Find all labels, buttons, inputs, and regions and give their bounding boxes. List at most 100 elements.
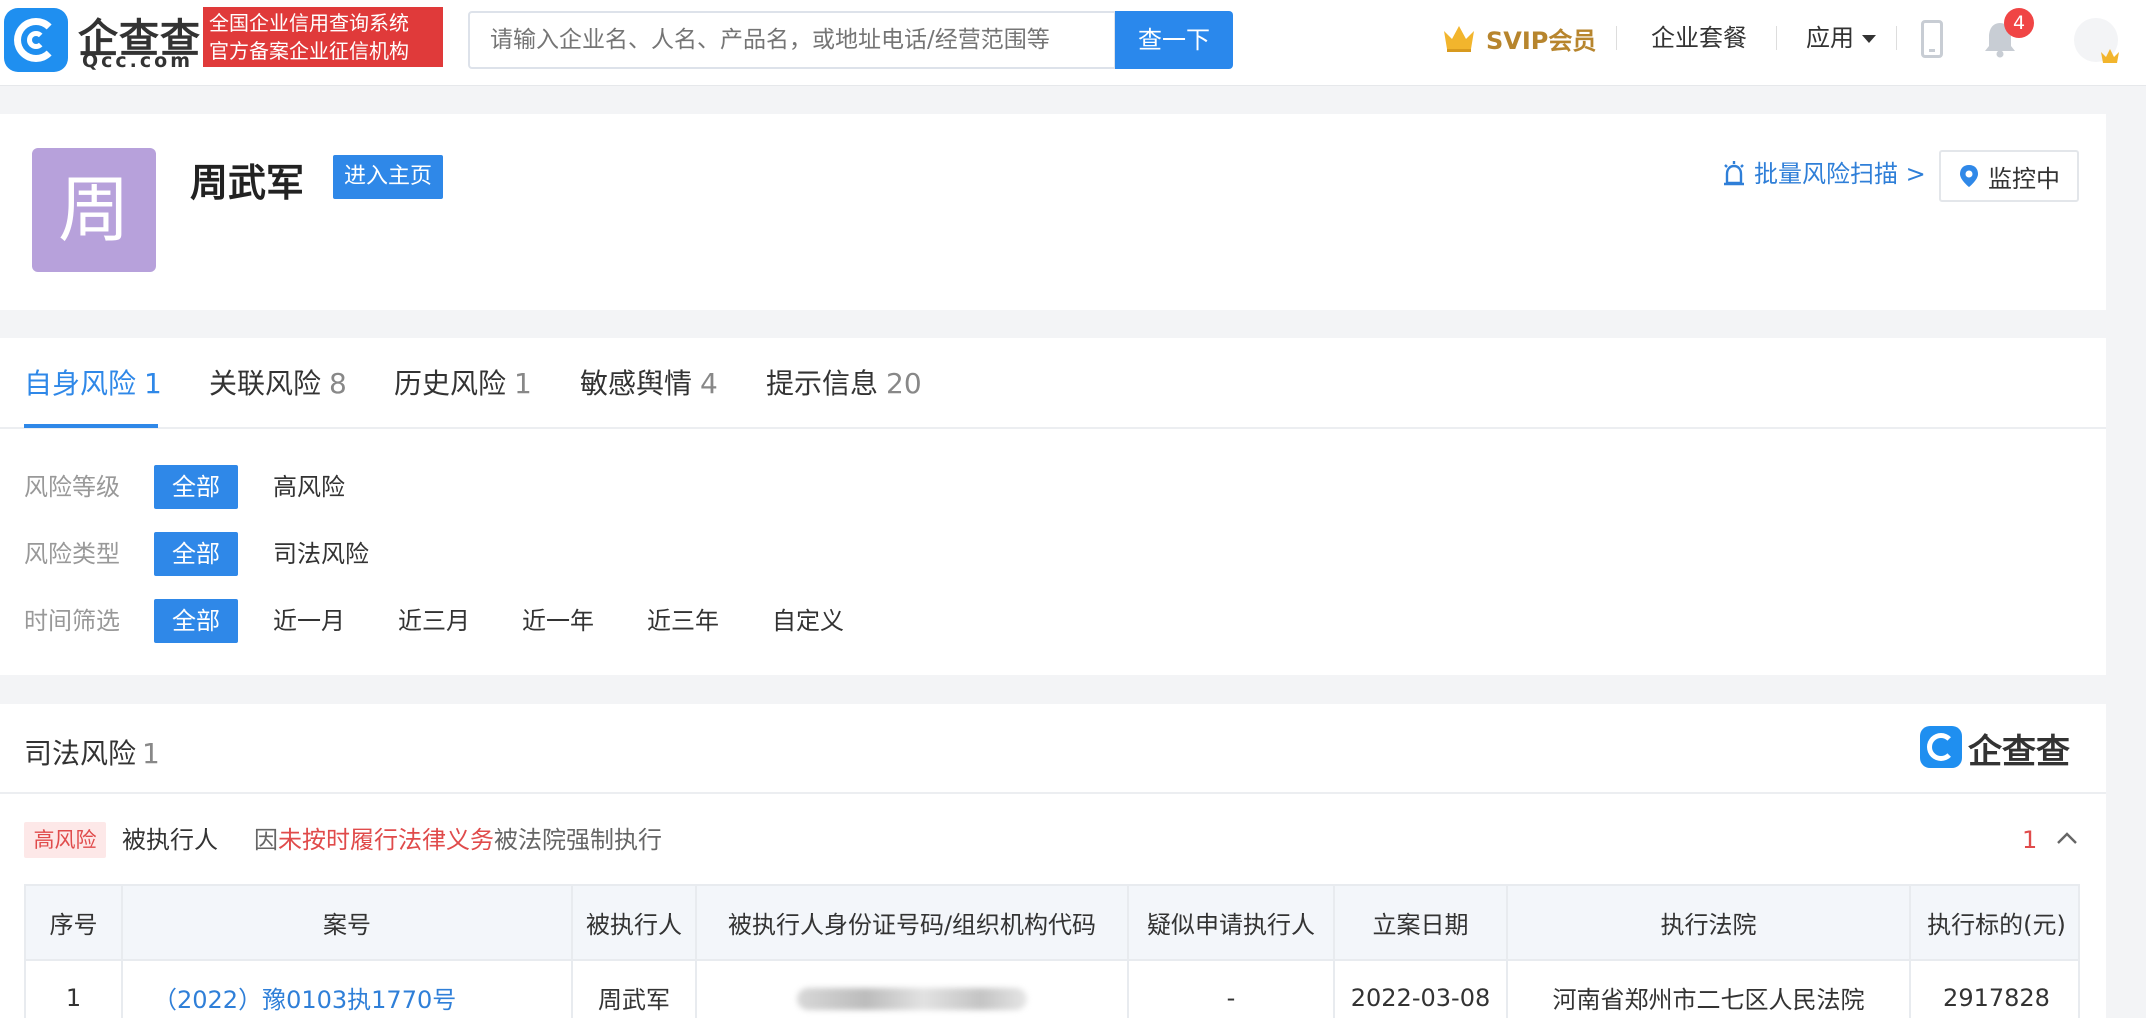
caret-down-icon: [1862, 35, 1876, 43]
slogan-line-1: 全国企业信用查询系统: [209, 11, 409, 35]
filter-option-last-3-months[interactable]: 近三月: [398, 599, 470, 643]
cell-court: 河南省郑州市二七区人民法院: [1507, 960, 1911, 1018]
alarm-icon: [1724, 161, 1744, 186]
logo-domain: Qcc.com: [82, 50, 194, 72]
svip-label: SVIP会员: [1486, 26, 1597, 55]
column-header: 疑似申请执行人: [1128, 886, 1335, 961]
column-header: 执行法院: [1507, 886, 1911, 961]
monitoring-button[interactable]: 监控中: [1939, 150, 2079, 202]
risk-item-header[interactable]: 高风险 被执行人 因未按时履行法律义务被法院强制执行 1: [0, 794, 2106, 882]
tab-history-risk[interactable]: 历史风险 1: [394, 362, 532, 406]
tab-self-risk[interactable]: 自身风险 1: [24, 362, 162, 406]
desc-highlight: 未按时履行法律义务: [278, 826, 494, 854]
filter-label: 风险类型: [24, 540, 120, 568]
tab-count: 8: [329, 367, 347, 400]
cell-index: 1: [26, 960, 123, 1018]
judicial-risk-section: 司法风险 1 企查查 高风险 被执行人 因未按时履行法律义务被法院强制执行 1 序…: [0, 704, 2106, 1018]
enterprise-plan-link[interactable]: 企业套餐: [1651, 18, 1747, 58]
tab-sensitive-news[interactable]: 敏感舆情 4: [580, 362, 718, 406]
column-header: 被执行人身份证号码/组织机构代码: [696, 886, 1129, 961]
nav-divider: [1896, 26, 1897, 50]
qcc-brand-text: 企查查: [1968, 732, 2070, 772]
person-profile-card: 周 周武军 进入主页 批量风险扫描 > 监控中: [0, 114, 2106, 310]
column-header: 执行标的(元): [1910, 886, 2078, 961]
monitoring-label: 监控中: [1988, 164, 2060, 193]
tab-count: 1: [514, 367, 532, 400]
tab-label: 敏感舆情: [580, 367, 693, 400]
tab-label: 提示信息: [766, 367, 879, 400]
risk-type-label: 被执行人: [122, 826, 218, 854]
column-header: 被执行人: [572, 886, 697, 961]
person-avatar: 周: [32, 148, 156, 272]
search-input[interactable]: [470, 13, 1114, 67]
high-risk-badge: 高风险: [24, 822, 106, 858]
tab-count: 1: [144, 367, 162, 400]
column-header: 案号: [122, 886, 573, 961]
column-header: 序号: [26, 886, 123, 961]
svip-link[interactable]: SVIP会员: [1442, 18, 1596, 58]
person-name: 周武军: [190, 161, 305, 205]
top-header: 企查查 Qcc.com 全国企业信用查询系统 官方备案企业征信机构 查一下 SV…: [0, 0, 2146, 86]
section-title: 司法风险 1: [24, 732, 160, 772]
filter-label: 时间筛选: [24, 607, 120, 635]
qcc-logo-icon: [1920, 726, 1962, 768]
batch-risk-scan-link[interactable]: 批量风险扫描 >: [1722, 156, 1926, 192]
notification-badge: 4: [2004, 8, 2034, 38]
filter-option-last-3-years[interactable]: 近三年: [647, 599, 719, 643]
tab-label: 关联风险: [209, 367, 322, 400]
tab-count: 20: [886, 367, 922, 400]
filter-option-high-risk[interactable]: 高风险: [273, 465, 345, 509]
apps-label: 应用: [1806, 24, 1854, 52]
tab-label: 历史风险: [394, 367, 507, 400]
nav-divider: [1776, 26, 1777, 50]
slogan-banner: 全国企业信用查询系统 官方备案企业征信机构: [203, 7, 443, 67]
tab-count: 4: [700, 367, 718, 400]
filter-option-all[interactable]: 全部: [154, 532, 238, 576]
crown-icon: [1444, 26, 1474, 52]
filter-option-all[interactable]: 全部: [154, 599, 238, 643]
column-header: 立案日期: [1334, 886, 1508, 961]
cell-date: 2022-03-08: [1334, 960, 1508, 1018]
chevron-up-icon[interactable]: [2056, 830, 2078, 846]
case-number-link[interactable]: （2022）豫0103执1770号: [122, 960, 573, 1018]
tab-label: 自身风险: [24, 367, 137, 400]
section-title-text: 司法风险: [24, 737, 137, 770]
tab-tip-info[interactable]: 提示信息 20: [766, 362, 922, 406]
filter-option-last-month[interactable]: 近一月: [273, 599, 345, 643]
qcc-logo-icon: [4, 8, 68, 72]
filter-label: 风险等级: [24, 473, 120, 501]
active-tab-indicator: [24, 424, 158, 428]
cell-id-code: [696, 960, 1129, 1018]
search-box: [468, 11, 1116, 69]
tab-related-risk[interactable]: 关联风险 8: [209, 362, 347, 406]
search-button[interactable]: 查一下: [1115, 11, 1233, 69]
section-count: 1: [142, 737, 160, 770]
filter-option-last-year[interactable]: 近一年: [522, 599, 594, 643]
nav-divider: [1616, 26, 1617, 50]
filter-option-custom[interactable]: 自定义: [772, 599, 844, 643]
risk-description: 因未按时履行法律义务被法院强制执行: [254, 820, 662, 860]
risk-item-count: 1: [2022, 826, 2038, 854]
cell-amount: 2917828: [1943, 983, 2050, 1012]
desc-suffix: 被法院强制执行: [494, 826, 662, 854]
executee-table: 序号 案号 被执行人 被执行人身份证号码/组织机构代码 疑似申请执行人 立案日期…: [24, 884, 2080, 1018]
apps-menu[interactable]: 应用: [1806, 18, 1876, 58]
mobile-phone-icon[interactable]: [1921, 20, 1943, 58]
qcc-logo[interactable]: 企查查 Qcc.com: [4, 8, 200, 72]
desc-prefix: 因: [254, 826, 278, 854]
slogan-line-2: 官方备案企业征信机构: [209, 39, 409, 63]
redacted-id: [797, 987, 1027, 1010]
cell-applicant: -: [1128, 960, 1335, 1018]
risk-filter-panel: 自身风险 1 关联风险 8 历史风险 1 敏感舆情 4 提示信息 20 风险等级 全部 高…: [0, 338, 2106, 675]
filter-option-judicial[interactable]: 司法风险: [273, 532, 369, 576]
vip-crown-icon: [2101, 49, 2119, 63]
table-header-row: 序号 案号 被执行人 被执行人身份证号码/组织机构代码 疑似申请执行人 立案日期…: [26, 886, 2078, 961]
enter-homepage-button[interactable]: 进入主页: [333, 155, 443, 199]
risk-tabs: 自身风险 1 关联风险 8 历史风险 1 敏感舆情 4 提示信息 20: [0, 338, 2106, 429]
filter-option-all[interactable]: 全部: [154, 465, 238, 509]
cell-executee: 周武军: [572, 960, 697, 1018]
scan-link-label: 批量风险扫描 >: [1754, 160, 1926, 188]
monitor-pin-icon: [1960, 165, 1978, 187]
table-row: 1 （2022）豫0103执1770号 周武军 - 2022-03-08 河南省…: [26, 960, 2078, 1018]
qcc-watermark-logo: 企查查: [1920, 726, 2084, 772]
